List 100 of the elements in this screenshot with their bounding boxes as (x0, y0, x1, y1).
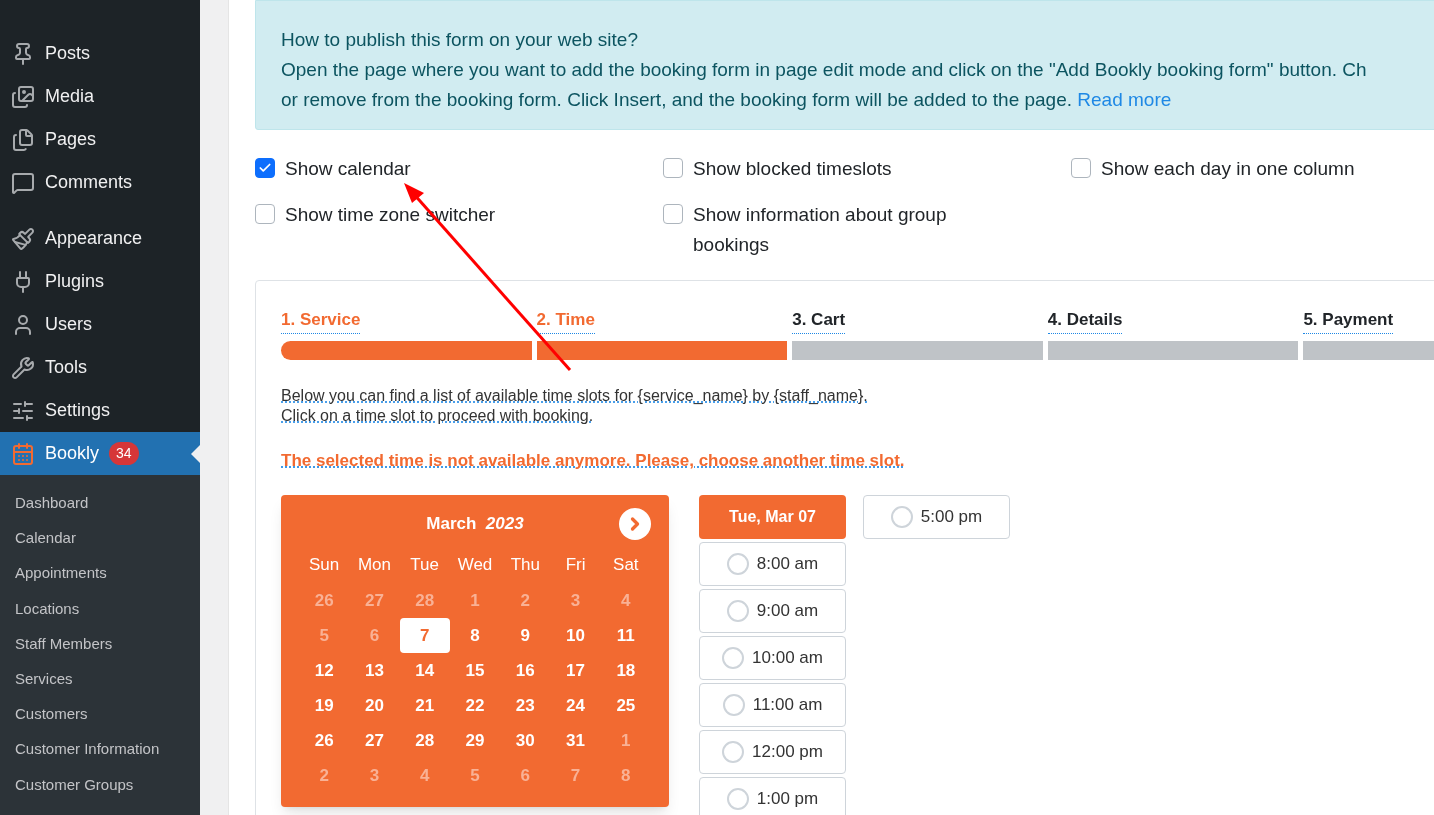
info-text: How to publish this form on your web site? (281, 28, 638, 52)
checkbox[interactable] (255, 204, 275, 224)
error-message: The selected time is not available anymore. Please, choose another time slot. (281, 449, 905, 472)
calendar-day[interactable]: 27 (349, 583, 400, 618)
weekday-label: Fri (564, 554, 587, 576)
checkbox-label: Show blocked timeslots (693, 157, 892, 181)
submenu-item[interactable]: Customers (0, 696, 200, 732)
checkbox[interactable] (1071, 158, 1091, 178)
time-slot-button[interactable]: 5:00 pm (863, 495, 1010, 539)
step-label: 4. Details (1047, 307, 1123, 334)
calendar-day[interactable]: 8 (450, 618, 500, 653)
submenu-item[interactable]: Dashboard (0, 485, 200, 521)
calendar-day[interactable]: 9 (500, 618, 551, 653)
calendar-day[interactable]: 14 (399, 653, 450, 688)
calendar-day[interactable]: 19 (299, 688, 350, 723)
calendar-day[interactable]: 11 (600, 618, 651, 653)
calendar-day[interactable]: 15 (450, 653, 500, 688)
weekday-label: Mon (356, 554, 392, 576)
time-slot-button[interactable]: 10:00 am (699, 636, 846, 680)
time-slot-button[interactable]: 12:00 pm (699, 730, 846, 774)
calendar-day[interactable]: 26 (299, 583, 350, 618)
calendar-day[interactable]: 28 (399, 723, 450, 758)
comment-icon (11, 170, 35, 195)
calendar-title: March 2023 (426, 513, 524, 536)
sidebar-item[interactable]: Bookly 34 (0, 432, 200, 475)
calendar-day[interactable]: 30 (500, 723, 551, 758)
weekday-label: Tue (409, 554, 441, 576)
next-month-button[interactable] (619, 508, 651, 540)
calendar-day[interactable]: 29 (450, 723, 500, 758)
calendar-day[interactable]: 22 (450, 688, 500, 723)
calendar-day[interactable]: 2 (299, 758, 350, 793)
checkbox-label: Show calendar (285, 157, 411, 181)
calendar-day[interactable]: 23 (500, 688, 551, 723)
calendar-day[interactable]: 8 (600, 758, 651, 793)
time-slot-button[interactable]: 1:00 pm (699, 777, 846, 815)
sidebar-item[interactable]: Users (0, 303, 200, 346)
calendar-day[interactable]: 27 (349, 723, 400, 758)
calendar-day[interactable]: 25 (600, 688, 651, 723)
sidebar-item[interactable]: Media (0, 75, 200, 118)
submenu-item[interactable]: Customer Information (0, 731, 200, 767)
calendar-day[interactable]: 12 (299, 653, 350, 688)
calendar-day[interactable]: 26 (299, 723, 350, 758)
day-header: Tue, Mar 07 (699, 495, 846, 539)
wrench-icon (11, 355, 35, 380)
calendar-day[interactable]: 20 (349, 688, 400, 723)
calendar-day[interactable]: 5 (299, 618, 350, 653)
checkbox[interactable] (663, 158, 683, 178)
sidebar-item[interactable]: Plugins (0, 260, 200, 303)
calendar-day[interactable]: 6 (349, 618, 400, 653)
calendar-day[interactable]: 24 (550, 688, 601, 723)
instruction-text: Below you can find a list of available time slots for {service_name} by {staff_name}. (281, 385, 868, 406)
calendar-day[interactable]: 10 (550, 618, 601, 653)
calendar-day[interactable]: 17 (550, 653, 601, 688)
calendar-day[interactable]: 28 (399, 583, 450, 618)
sidebar-item[interactable]: Appearance (0, 217, 200, 260)
weekday-label: Wed (456, 554, 494, 576)
calendar-day[interactable]: 18 (600, 653, 651, 688)
calendar-day[interactable]: 5 (450, 758, 500, 793)
info-text: or remove from the booking form. Click Insert, and the booking form will be added to the page. Read more (281, 88, 1172, 112)
checkbox[interactable] (663, 204, 683, 224)
calendar-day[interactable]: 7 (399, 618, 450, 653)
checkbox[interactable] (255, 158, 275, 178)
submenu-item[interactable]: Services (0, 660, 200, 697)
calendar-day[interactable]: 4 (600, 583, 651, 618)
sidebar-item[interactable]: Posts (0, 32, 200, 75)
calendar-day[interactable]: 2 (500, 583, 551, 618)
time-slot-button[interactable]: 9:00 am (699, 589, 846, 633)
calendar-day[interactable]: 16 (500, 653, 551, 688)
calendar-day[interactable]: 1 (600, 723, 651, 758)
calendar-day[interactable]: 1 (450, 583, 500, 618)
weekday-label: Thu (509, 554, 541, 576)
pages-icon (11, 127, 35, 152)
submenu-item[interactable]: Locations (0, 590, 200, 626)
checkbox-label: Show each day in one column (1101, 157, 1355, 181)
time-slot-button[interactable]: 8:00 am (699, 542, 846, 586)
calendar-day[interactable]: 21 (399, 688, 450, 723)
calendar-day[interactable]: 13 (349, 653, 400, 688)
calendar-icon (11, 441, 35, 466)
calendar-day[interactable]: 6 (500, 758, 551, 793)
calendar-day[interactable]: 31 (550, 723, 601, 758)
read-more-link[interactable]: Read more (1077, 89, 1172, 110)
calendar-day[interactable]: 7 (550, 758, 601, 793)
sidebar-item[interactable]: Settings (0, 389, 200, 432)
media-icon (11, 84, 35, 109)
step-label: 2. Time (536, 307, 595, 334)
sidebar-item[interactable]: Pages (0, 118, 200, 161)
sliders-icon (11, 398, 35, 423)
submenu-item[interactable]: Staff Members (0, 625, 200, 661)
time-slot-button[interactable]: 11:00 am (699, 683, 846, 727)
calendar-day[interactable]: 4 (399, 758, 450, 793)
checkbox-label: Show information about group bookings (693, 203, 948, 257)
calendar-day[interactable]: 3 (349, 758, 400, 793)
submenu-item[interactable]: Appointments (0, 555, 200, 591)
sidebar-item[interactable]: Tools (0, 346, 200, 389)
sidebar-item[interactable]: Comments (0, 161, 200, 204)
step-label: 3. Cart (792, 307, 846, 334)
submenu-item[interactable]: Customer Groups (0, 766, 200, 802)
checkmark-icon (258, 161, 272, 175)
calendar-day[interactable]: 3 (550, 583, 601, 618)
submenu-item[interactable]: Calendar (0, 520, 200, 556)
